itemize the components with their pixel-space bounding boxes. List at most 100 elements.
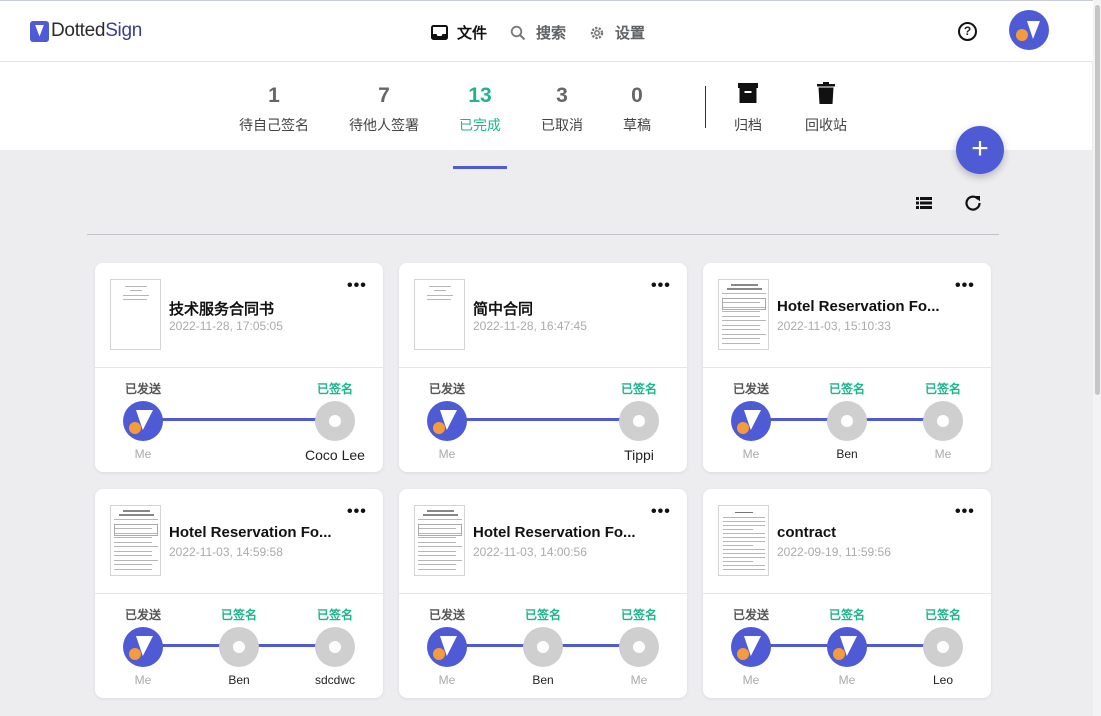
signer-avatar-placeholder[interactable] [315,627,355,667]
step-status-label: 已发送 [428,608,465,622]
signer-avatar-placeholder[interactable] [219,627,259,667]
document-thumbnail[interactable] [110,505,161,576]
tab-count: 13 [468,84,492,107]
more-options-icon[interactable]: ••• [651,503,671,521]
signer-name: Me [934,447,952,461]
tab-drafts[interactable]: 0 草稿 [621,84,653,135]
more-options-icon[interactable]: ••• [651,277,671,295]
document-thumbnail[interactable] [414,279,465,350]
add-document-button[interactable]: + [956,126,1004,174]
document-card[interactable]: ••• contract 2022-09-19, 11:59:56 已发送 Me 已签名 M… [703,489,991,698]
document-card[interactable]: ••• 简中合同 2022-11-28, 16:47:45 已发送 Me 已签名 Tippi [399,263,687,472]
tab-count: 1 [268,84,280,107]
tab-cancelled[interactable]: 3 已取消 [540,84,584,135]
tab-label: 已取消 [541,117,583,133]
refresh-icon[interactable] [963,193,983,213]
document-card[interactable]: ••• 技术服务合同书 2022-11-28, 17:05:05 已发送 Me 已签名 Co… [95,263,383,472]
document-thumbnail[interactable] [718,505,769,576]
avatar-dot [833,648,845,660]
tab-waiting-for-others[interactable]: 7 待他人签署 [345,84,423,135]
nav-search[interactable]: 搜索 [509,22,566,43]
document-title[interactable]: Hotel Reservation Fo... [777,298,977,315]
trash-icon [817,82,835,104]
signer-step: 已发送 Me [711,606,791,688]
signer-avatar-placeholder[interactable] [523,627,563,667]
signer-step: 已发送 Me [407,606,487,688]
document-date: 2022-11-03, 14:59:58 [169,545,283,559]
avatar-dot [433,648,445,660]
signer-avatar[interactable] [123,627,163,667]
signer-avatar[interactable] [827,627,867,667]
signer-avatar-placeholder[interactable] [619,627,659,667]
signer-avatar[interactable] [731,627,771,667]
avatar-dot [129,648,141,660]
step-status-label: 已发送 [732,382,769,396]
step-status-label: 已签名 [924,382,961,396]
more-options-icon[interactable]: ••• [955,503,975,521]
signer-name: Leo [932,673,954,687]
nav-documents-label: 文件 [457,25,488,42]
inbox-icon [430,24,448,42]
document-date: 2022-09-19, 11:59:56 [777,545,891,559]
search-icon [509,24,527,42]
document-date: 2022-11-28, 17:05:05 [169,319,283,333]
signer-avatar-placeholder[interactable] [923,401,963,441]
document-title[interactable]: 简中合同 [473,298,673,319]
signer-name: Me [134,673,152,687]
signer-step: 已发送 Me [103,380,183,462]
document-card[interactable]: ••• Hotel Reservation Fo... 2022-11-03, 14… [399,489,687,698]
document-title[interactable]: Hotel Reservation Fo... [169,524,369,541]
document-thumbnail[interactable] [110,279,161,350]
document-card[interactable]: ••• Hotel Reservation Fo... 2022-11-03, 15… [703,263,991,472]
card-divider [703,593,991,594]
signer-avatar[interactable] [123,401,163,441]
signer-step: 已签名 sdcdwc [295,606,375,688]
user-avatar[interactable] [1009,10,1049,50]
document-date: 2022-11-03, 15:10:33 [777,319,891,333]
avatar-dot [737,422,749,434]
more-options-icon[interactable]: ••• [347,277,367,295]
trash-button[interactable]: 回收站 [803,82,849,135]
signer-avatar-placeholder[interactable] [619,401,659,441]
signer-step: 已发送 Me [711,380,791,462]
tab-waiting-for-me[interactable]: 1 待自己签名 [236,84,312,135]
list-view-icon[interactable] [914,193,934,213]
document-title[interactable]: Hotel Reservation Fo... [473,524,673,541]
main-nav: 文件 搜索 设置 [430,22,667,43]
tab-completed[interactable]: 13 已完成 [453,84,507,169]
more-options-icon[interactable]: ••• [955,277,975,295]
signer-step: 已签名 Me [807,606,887,688]
scrollbar-thumb[interactable] [1095,5,1100,395]
card-divider [399,367,687,368]
dottedsign-logo[interactable]: DottedSign [30,20,142,42]
signer-name: Me [630,673,648,687]
nav-settings[interactable]: 设置 [588,22,645,43]
document-title[interactable]: contract [777,524,977,541]
tab-count: 3 [556,84,568,107]
signer-name: Tippi [624,447,654,463]
document-title[interactable]: 技术服务合同书 [169,298,369,319]
signer-avatar[interactable] [427,401,467,441]
avatar-dot [737,648,749,660]
signer-avatar[interactable] [427,627,467,667]
active-tab-indicator [453,166,507,169]
nav-documents[interactable]: 文件 [430,22,487,43]
help-icon[interactable]: ? [958,22,977,41]
signer-step: 已发送 Me [407,380,487,462]
card-divider [703,367,991,368]
more-options-icon[interactable]: ••• [347,503,367,521]
signer-avatar[interactable] [731,401,771,441]
signer-avatar-placeholder[interactable] [827,401,867,441]
document-thumbnail[interactable] [414,505,465,576]
tab-label: 待他人签署 [349,117,419,133]
document-date: 2022-11-28, 16:47:45 [473,319,587,333]
signer-avatar-placeholder[interactable] [923,627,963,667]
document-thumbnail[interactable] [718,279,769,350]
top-navigation-bar: DottedSign 文件 搜索 设置 ? [0,0,1101,62]
archive-button[interactable]: 归档 [728,82,768,135]
signer-step: 已签名 Tippi [599,380,679,463]
signer-avatar-placeholder[interactable] [315,401,355,441]
document-card[interactable]: ••• Hotel Reservation Fo... 2022-11-03, 14… [95,489,383,698]
avatar-dot [433,422,445,434]
step-status-label: 已签名 [620,608,657,622]
